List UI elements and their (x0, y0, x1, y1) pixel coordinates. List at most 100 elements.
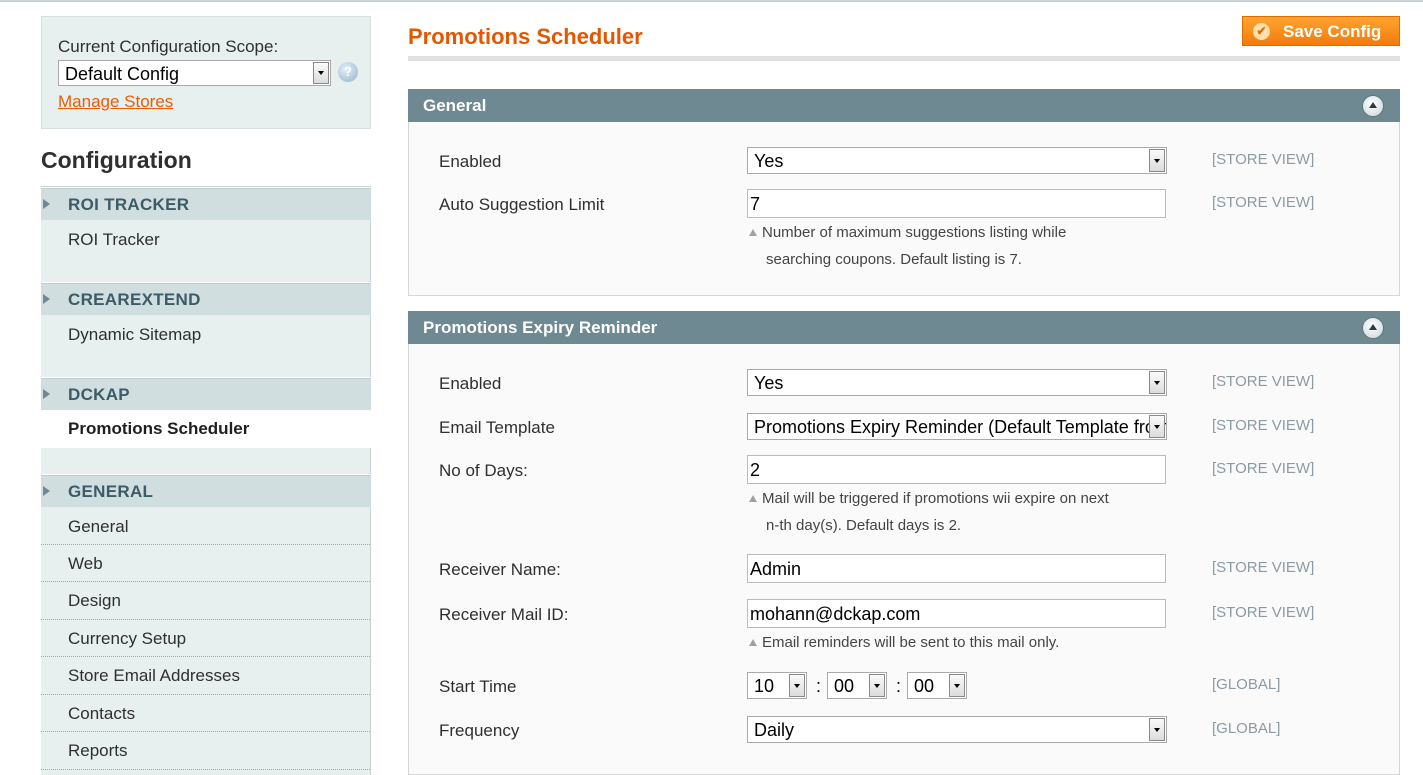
chevron-down-icon[interactable] (949, 674, 965, 697)
field-label-receiver-name: Receiver Name: (439, 560, 561, 579)
sidebar-group-body: Dynamic Sitemap (41, 315, 371, 377)
expiry-enabled-select[interactable]: Yes (747, 369, 1167, 396)
field-label-start-time: Start Time (439, 677, 517, 696)
section-header-general[interactable]: General (408, 89, 1400, 122)
save-config-button[interactable]: ✔ Save Config (1242, 16, 1400, 46)
input-value: 2 (750, 460, 761, 480)
field-label-no-of-days: No of Days: (439, 461, 528, 480)
chevron-down-icon[interactable] (1149, 718, 1165, 741)
email-template-select[interactable]: Promotions Expiry Reminder (Default Temp… (747, 413, 1167, 440)
field-label-email-template: Email Template (439, 418, 555, 437)
input-value: Admin (750, 559, 802, 579)
note-triangle-icon (749, 229, 757, 236)
sidebar-group-crearextend[interactable]: CREAREXTEND (41, 283, 371, 315)
sidebar-group-general[interactable]: GENERAL (41, 475, 371, 507)
scope-label: Current Configuration Scope: (58, 37, 279, 56)
frequency-select[interactable]: Daily (747, 716, 1167, 743)
sidebar-item-general[interactable]: General (41, 507, 370, 545)
select-value: Yes (754, 151, 784, 171)
sidebar-item-label: Contacts (68, 704, 136, 723)
note-line: searching coupons. Default listing is 7. (766, 251, 1022, 268)
title-divider (408, 56, 1400, 61)
field-label-enabled: Enabled (439, 374, 502, 393)
receiver-mail-input[interactable]: mohann@dckap.com (747, 599, 1166, 628)
scope-tag: [STORE VIEW] (1212, 151, 1315, 168)
chevron-down-icon[interactable] (789, 674, 805, 697)
select-value: Daily (754, 720, 795, 740)
chevron-down-icon[interactable] (1149, 415, 1165, 438)
chevron-down-icon[interactable] (313, 62, 329, 84)
auto-suggestion-limit-input[interactable]: 7 (747, 189, 1166, 218)
note-triangle-icon (749, 495, 757, 502)
sidebar-group-label: DCKAP (68, 385, 130, 404)
input-value: mohann@dckap.com (750, 604, 921, 624)
no-of-days-input[interactable]: 2 (747, 455, 1166, 484)
sidebar-group-roi-tracker[interactable]: ROI TRACKER (41, 188, 371, 220)
note-line: Mail will be triggered if promotions wii… (762, 490, 1109, 507)
sidebar-group-body (41, 448, 371, 474)
expand-arrow-icon (43, 294, 50, 304)
manage-stores-link[interactable]: Manage Stores (58, 92, 173, 112)
select-value: Promotions Expiry Reminder (Default Temp… (754, 417, 1166, 437)
scope-tag: [GLOBAL] (1212, 720, 1281, 737)
select-value: 00 (834, 676, 855, 696)
sidebar-item-store-email-addresses[interactable]: Store Email Addresses (41, 657, 370, 695)
time-separator: : (816, 676, 822, 696)
field-label-auto-suggestion-limit: Auto Suggestion Limit (439, 195, 605, 214)
sidebar-item-label: Design (68, 591, 121, 610)
field-label-enabled: Enabled (439, 152, 502, 171)
select-value: Yes (754, 373, 784, 393)
scope-tag: [GLOBAL] (1212, 676, 1281, 693)
receiver-name-input[interactable]: Admin (747, 554, 1166, 583)
field-note: Number of maximum suggestions listing wh… (749, 219, 1149, 273)
scope-select[interactable]: Default Config (58, 60, 331, 86)
scope-tag: [STORE VIEW] (1212, 460, 1315, 477)
select-value: 00 (914, 676, 935, 696)
sidebar-item-dynamic-sitemap[interactable]: Dynamic Sitemap (68, 325, 201, 345)
section-header-expiry-reminder[interactable]: Promotions Expiry Reminder (408, 311, 1400, 344)
collapse-icon[interactable] (1362, 95, 1384, 117)
check-icon: ✔ (1253, 23, 1270, 40)
section-title: General (423, 96, 487, 115)
sidebar-general-list: General Web Design Currency Setup Store … (41, 507, 371, 775)
sidebar-group-label: GENERAL (68, 482, 154, 501)
sidebar-item-label: General (68, 517, 129, 536)
note-triangle-icon (749, 639, 757, 646)
section-title: Promotions Expiry Reminder (423, 318, 658, 337)
config-scope-panel: Current Configuration Scope: Default Con… (41, 16, 371, 129)
sidebar-item-label: Web (68, 554, 103, 573)
sidebar-item-label: Store Email Addresses (68, 666, 240, 685)
save-config-label: Save Config (1283, 22, 1382, 41)
sidebar-group-dckap[interactable]: DCKAP (41, 378, 371, 410)
sidebar-item-label: Reports (68, 741, 128, 760)
start-hour-select[interactable]: 10 (747, 672, 807, 699)
collapse-icon[interactable] (1362, 317, 1384, 339)
note-line: Number of maximum suggestions listing wh… (762, 224, 1067, 241)
sidebar-item-roi-tracker[interactable]: ROI Tracker (68, 230, 160, 250)
sidebar-item-contacts[interactable]: Contacts (41, 695, 370, 732)
scope-tag: [STORE VIEW] (1212, 194, 1315, 211)
start-minute-select[interactable]: 00 (827, 672, 887, 699)
sidebar-item-design[interactable]: Design (41, 582, 370, 620)
scope-tag: [STORE VIEW] (1212, 417, 1315, 434)
time-separator: : (896, 676, 902, 696)
sidebar-item-currency-setup[interactable]: Currency Setup (41, 620, 370, 657)
start-second-select[interactable]: 00 (907, 672, 967, 699)
sidebar-group-body: ROI Tracker (41, 220, 371, 282)
field-label-receiver-mail: Receiver Mail ID: (439, 605, 569, 624)
chevron-down-icon[interactable] (869, 674, 885, 697)
field-note: Email reminders will be sent to this mai… (749, 629, 1149, 656)
sidebar-item-promotions-scheduler[interactable]: Promotions Scheduler (41, 411, 371, 448)
general-enabled-select[interactable]: Yes (747, 147, 1167, 174)
chevron-down-icon[interactable] (1149, 149, 1165, 172)
note-line: Email reminders will be sent to this mai… (762, 634, 1060, 651)
chevron-down-icon[interactable] (1149, 371, 1165, 394)
scope-selected-value: Default Config (65, 64, 180, 84)
expand-arrow-icon (43, 199, 50, 209)
top-border (0, 0, 1423, 2)
sidebar-item-reports[interactable]: Reports (41, 732, 370, 770)
sidebar-item-label: Promotions Scheduler (68, 419, 250, 438)
sidebar-item-web[interactable]: Web (41, 545, 370, 582)
expand-arrow-icon (43, 389, 50, 399)
help-icon[interactable]: ? (338, 62, 358, 82)
